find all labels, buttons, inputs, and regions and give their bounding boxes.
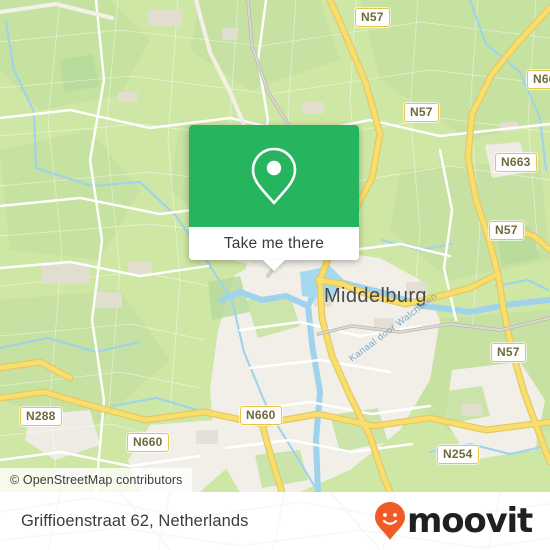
road-shield: N660	[127, 433, 169, 452]
road-shield-label: N57	[361, 10, 384, 24]
road-shield: N57	[404, 103, 439, 122]
road-shield-label: N660	[133, 435, 163, 449]
road-shield: N663	[495, 153, 537, 172]
card-pointer-tail	[263, 260, 285, 271]
road-shield: N254	[437, 445, 479, 464]
road-shield-label: N57	[410, 105, 433, 119]
footer-bar: Griffioenstraat 62, Netherlands moovit	[0, 492, 550, 550]
road-shield-label: N660	[246, 408, 276, 422]
moovit-logo[interactable]: moovit	[374, 501, 533, 541]
osm-attribution[interactable]: © OpenStreetMap contributors	[0, 468, 192, 492]
road-shield: N663	[527, 70, 550, 89]
osm-attribution-text: © OpenStreetMap contributors	[10, 473, 183, 487]
road-shield-label: N663	[501, 155, 531, 169]
moovit-wordmark: moovit	[406, 501, 533, 541]
take-me-there-label: Take me there	[223, 234, 325, 252]
card-icon-area	[189, 125, 359, 227]
road-shield-label: N663	[533, 72, 550, 86]
page-title: Griffioenstraat 62, Netherlands	[21, 511, 249, 530]
map-pin-icon	[251, 147, 297, 205]
road-shield-label: N254	[443, 447, 473, 461]
road-shield: N288	[20, 407, 62, 426]
road-shield: N57	[355, 8, 390, 27]
road-shield: N57	[489, 221, 524, 240]
svg-text:Middelburg: Middelburg	[324, 285, 427, 307]
road-shield-label: N57	[495, 223, 518, 237]
road-shield-label: N57	[497, 345, 520, 359]
road-shield: N660	[240, 406, 282, 425]
road-shield-label: N288	[26, 409, 56, 423]
moovit-smiley-pin-icon	[374, 502, 405, 540]
moovit-map-screenshot: Middelburg Kanaal door Walcheren N57 N57 N…	[0, 0, 550, 550]
take-me-there-card[interactable]: Take me there	[189, 125, 359, 271]
road-shield: N57	[491, 343, 526, 362]
card-action-area[interactable]: Take me there	[189, 227, 359, 260]
